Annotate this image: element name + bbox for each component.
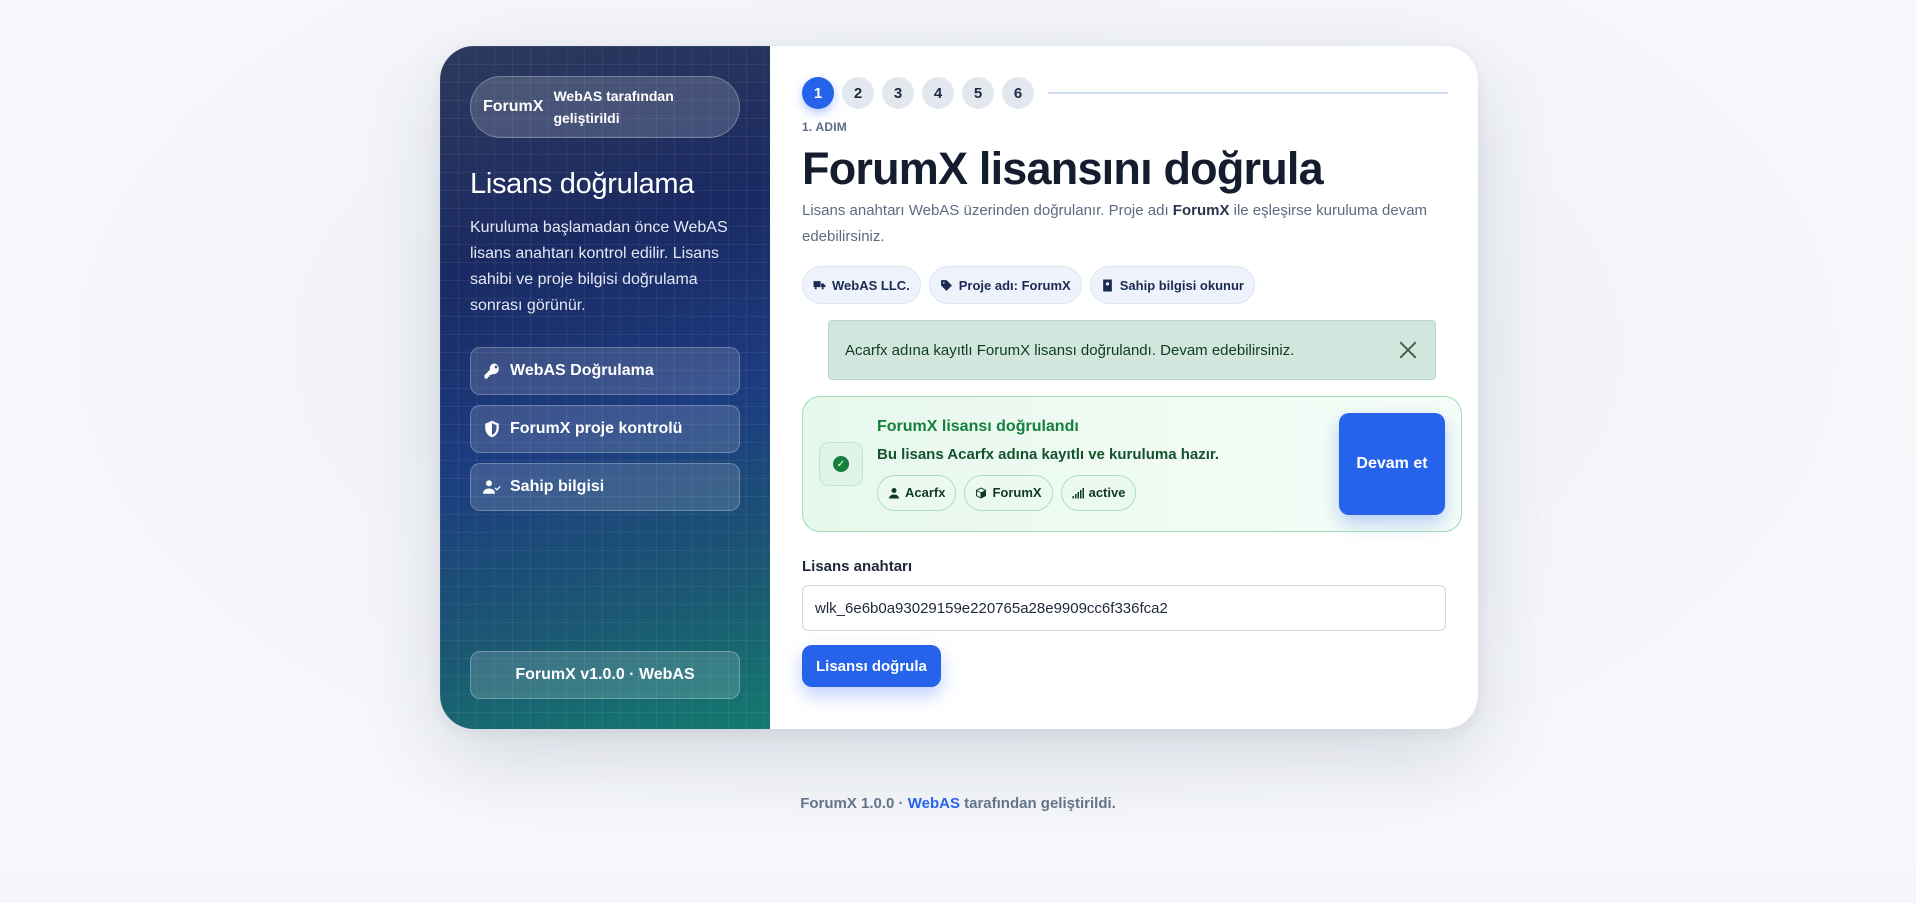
step-3[interactable]: 3: [882, 77, 914, 109]
check-circle-icon: ✓: [833, 456, 849, 472]
step-label: 1. ADIM: [802, 120, 847, 134]
chip-project-name: Proje adı: ForumX: [928, 266, 1082, 304]
chip-label: WebAS LLC.: [832, 277, 910, 293]
brand-name: ForumX: [483, 98, 544, 115]
sidebar-item-label: ForumX proje kontrolü: [510, 420, 683, 437]
owner-chip: Acarfx: [877, 474, 957, 511]
brand-subtitle: WebAS tarafından geliştirildi: [553, 88, 674, 126]
chip-label: Proje adı: ForumX: [958, 277, 1071, 293]
main-panel: 1 2 3 4 5 6 1. ADIM ForumX lisansını doğ…: [770, 46, 1478, 729]
sidebar-title: Lisans doğrulama: [470, 168, 695, 200]
sidebar: ForumX WebAS tarafından geliştirildi Lis…: [440, 46, 770, 729]
page-footer: ForumX 1.0.0 · WebAS tarafından geliştir…: [0, 795, 1916, 812]
page-title: ForumX lisansını doğrula: [802, 143, 1324, 194]
sidebar-description: Kuruluma başlamadan önce WebAS lisans an…: [470, 219, 728, 314]
stepper: 1 2 3 4 5 6: [802, 76, 1462, 110]
user-check-icon: [483, 480, 501, 494]
sidebar-item-label: WebAS Doğrulama: [510, 362, 654, 379]
status-chip: active: [1060, 474, 1137, 511]
chip-label: ForumX: [992, 485, 1042, 500]
desc-prefix: Lisans anahtarı WebAS üzerinden doğrulan…: [802, 202, 1173, 219]
continue-button[interactable]: Devam et: [1339, 413, 1445, 515]
sidebar-item-webas-verification[interactable]: WebAS Doğrulama: [470, 347, 740, 395]
step-4[interactable]: 4: [922, 77, 954, 109]
step-2[interactable]: 2: [842, 77, 874, 109]
step-6[interactable]: 6: [1002, 77, 1034, 109]
license-key-label: Lisans anahtarı: [802, 558, 913, 575]
page-description: Lisans anahtarı WebAS üzerinden doğrulan…: [802, 198, 1462, 250]
step-1[interactable]: 1: [802, 77, 834, 109]
stepper-progress-line: [1048, 92, 1448, 94]
success-alert: Acarfx adına kayıtlı ForumX lisansı doğr…: [828, 320, 1436, 380]
sidebar-item-project-check[interactable]: ForumX proje kontrolü: [470, 405, 740, 453]
sidebar-item-owner-info[interactable]: Sahip bilgisi: [470, 463, 740, 511]
verification-subtitle: Bu lisans Acarfx adına kayıtlı ve kurulu…: [877, 445, 1220, 463]
footer-webas-link[interactable]: WebAS: [908, 795, 960, 812]
cube-icon: [976, 487, 987, 498]
shield-icon: [485, 420, 499, 438]
key-icon: [484, 363, 499, 379]
setup-card: ForumX WebAS tarafından geliştirildi Lis…: [440, 46, 1478, 729]
alert-message: Acarfx adına kayıtlı ForumX lisansı doğr…: [845, 341, 1295, 359]
license-key-input[interactable]: [802, 585, 1446, 631]
verification-card: ✓ ForumX lisansı doğrulandı Bu lisans Ac…: [802, 396, 1462, 532]
sidebar-version: ForumX v1.0.0 · WebAS: [470, 651, 740, 699]
chip-label: active: [1088, 485, 1126, 500]
project-chip: ForumX: [964, 474, 1053, 511]
chip-label: Sahip bilgisi okunur: [1119, 277, 1244, 293]
signal-icon: [1072, 487, 1084, 498]
desc-project-name: ForumX: [1172, 202, 1230, 219]
info-chips: WebAS LLC. Proje adı: ForumX Sahip bilgi…: [802, 266, 1462, 304]
sidebar-list: WebAS Doğrulama ForumX proje kontrolü Sa…: [470, 347, 740, 511]
close-icon[interactable]: [1397, 339, 1419, 361]
chip-owner-info: Sahip bilgisi okunur: [1089, 266, 1255, 304]
id-card-icon: [1102, 279, 1112, 291]
verification-chips: Acarfx ForumX active: [877, 474, 1219, 511]
footer-suffix: tarafından geliştirildi.: [959, 795, 1116, 812]
verification-text: ForumX lisansı doğrulandı Bu lisans Acar…: [877, 418, 1219, 511]
step-5[interactable]: 5: [962, 77, 994, 109]
verification-title: ForumX lisansı doğrulandı: [877, 417, 1079, 435]
brand-pill: ForumX WebAS tarafından geliştirildi: [470, 76, 740, 138]
user-icon: [889, 487, 899, 498]
footer-prefix: ForumX 1.0.0 ·: [800, 795, 908, 812]
check-badge: ✓: [819, 442, 863, 486]
verify-license-button[interactable]: Lisansı doğrula: [802, 645, 941, 687]
tag-icon: [940, 279, 952, 291]
chip-label: Acarfx: [905, 485, 946, 500]
truck-icon: [813, 280, 826, 289]
sidebar-item-label: Sahip bilgisi: [510, 478, 605, 495]
chip-vendor: WebAS LLC.: [802, 266, 921, 304]
